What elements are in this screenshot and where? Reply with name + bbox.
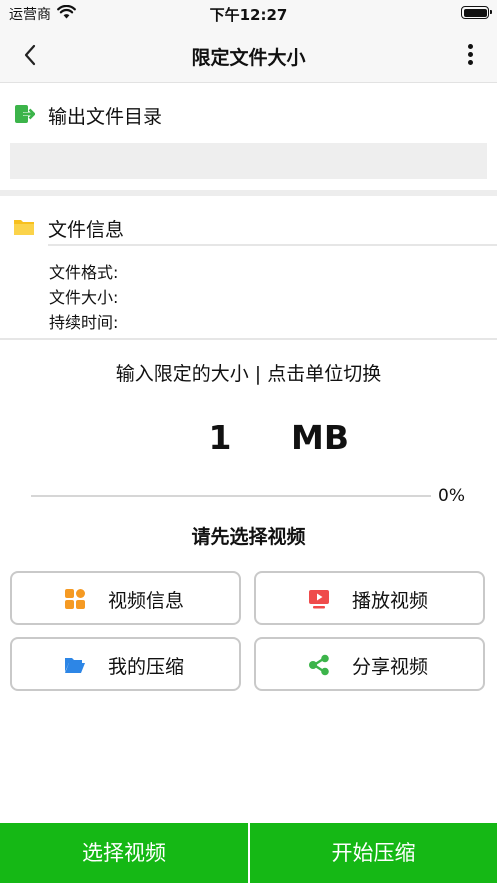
- size-unit-toggle[interactable]: MB: [280, 418, 360, 457]
- size-limit-hint: 输入限定的大小 | 点击单位切换: [115, 363, 382, 385]
- my-compress-button[interactable]: 我的压缩: [10, 637, 241, 691]
- select-video-prompt: 请先选择视频: [191, 526, 306, 548]
- play-video-button[interactable]: 播放视频: [254, 571, 485, 625]
- folder-icon: [14, 220, 34, 235]
- share-video-label: 分享视频: [352, 656, 429, 678]
- section-divider: [0, 338, 497, 340]
- progress-percent: 0%: [438, 486, 465, 506]
- navigation-bar: 限定文件大小: [0, 26, 497, 83]
- status-bar: 运营商 下午12:27: [0, 0, 497, 26]
- page-title: 限定文件大小: [191, 47, 306, 69]
- output-path-field[interactable]: [10, 143, 487, 179]
- grid-icon: [65, 589, 85, 609]
- share-video-button[interactable]: 分享视频: [254, 637, 485, 691]
- file-size-label: 文件大小:: [49, 288, 119, 307]
- file-format-label: 文件格式:: [49, 263, 119, 282]
- file-info-divider: [48, 244, 497, 246]
- open-folder-icon: [65, 658, 85, 673]
- video-info-button[interactable]: 视频信息: [10, 571, 241, 625]
- export-icon: [15, 105, 35, 123]
- more-dot-icon: [468, 52, 473, 57]
- battery-icon: [461, 6, 492, 19]
- more-dot-icon: [468, 44, 473, 49]
- file-info-title: 文件信息: [48, 219, 125, 241]
- output-directory-title: 输出文件目录: [48, 106, 163, 128]
- start-compress-button[interactable]: 开始压缩: [250, 823, 497, 883]
- duration-label: 持续时间:: [49, 313, 119, 332]
- file-info-header: 文件信息: [0, 212, 497, 242]
- play-video-icon: [309, 590, 329, 609]
- output-directory-header: 输出文件目录: [0, 99, 497, 129]
- my-compress-label: 我的压缩: [108, 656, 185, 678]
- video-info-label: 视频信息: [108, 590, 185, 612]
- more-options-button[interactable]: [462, 42, 478, 68]
- share-icon: [309, 654, 329, 676]
- select-video-button[interactable]: 选择视频: [0, 823, 248, 883]
- size-limit-input[interactable]: 1: [190, 418, 250, 457]
- more-dot-icon: [468, 60, 473, 65]
- play-video-label: 播放视频: [352, 590, 429, 612]
- section-divider: [0, 190, 497, 196]
- compress-progress-bar: [31, 495, 431, 497]
- status-time: 下午12:27: [209, 6, 288, 24]
